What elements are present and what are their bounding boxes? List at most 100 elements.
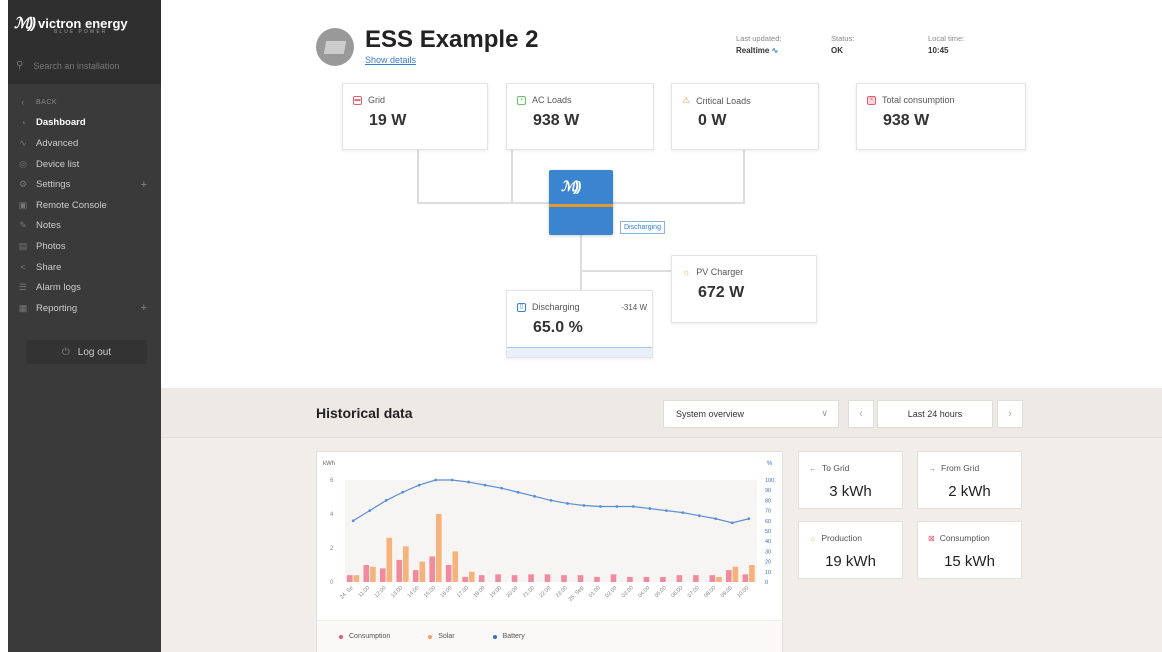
range-button[interactable]: Last 24 hours xyxy=(877,400,993,428)
victron-logo-icon: ℳ)) xyxy=(561,178,581,194)
grid-icon: ▬ xyxy=(353,95,362,105)
consumption-icon: × xyxy=(867,95,876,105)
ac-loads-value: 938 W xyxy=(533,112,580,129)
power-icon: ⏻ xyxy=(61,346,70,358)
battery-point xyxy=(500,486,503,490)
view-select[interactable]: System overview ∨ xyxy=(663,400,839,428)
last-updated-value: Realtime ∿ xyxy=(736,46,781,55)
prev-range-button[interactable]: ‹ xyxy=(848,400,874,428)
consumption-bar xyxy=(594,576,600,582)
ac-loads-card[interactable]: ▪ AC Loads 938 W xyxy=(506,83,654,150)
next-range-button[interactable]: › xyxy=(997,400,1023,428)
production-stat[interactable]: ☼ Production 19 kWh xyxy=(798,521,903,579)
consumption-bar xyxy=(610,574,617,582)
sidebar-item-advanced[interactable]: ∿ Advanced xyxy=(8,133,161,154)
battery-label: Discharging xyxy=(532,302,580,312)
sidebar-item-notes[interactable]: ✎ Notes xyxy=(8,216,161,237)
device-icon xyxy=(323,40,347,54)
sidebar-item-settings[interactable]: ⚙ Settings + xyxy=(8,174,161,195)
sidebar-item-label: Share xyxy=(36,261,62,273)
y-tick-label: 0 xyxy=(330,580,334,586)
critical-loads-card[interactable]: ⚠ Critical Loads 0 W xyxy=(671,83,819,150)
warning-icon: ⚠ xyxy=(682,95,691,105)
consumption-bar xyxy=(495,574,501,582)
legend-consumption[interactable]: Consumption xyxy=(339,633,390,640)
victron-logo[interactable]: ℳ)) victron energy BLUE POWER xyxy=(14,14,128,35)
sidebar-item-dashboard[interactable]: ◔ Dashboard xyxy=(8,113,161,134)
consumption-bar xyxy=(544,574,551,582)
note-icon: ✎ xyxy=(19,220,27,231)
pv-charger-value: 672 W xyxy=(698,284,745,301)
inverter[interactable]: ℳ)) xyxy=(549,170,613,235)
y2-tick-label: 30 xyxy=(765,549,771,555)
pv-charger-label: PV Charger xyxy=(696,267,744,277)
logout-button[interactable]: ⏻ Log out xyxy=(26,340,147,364)
consumption-bar xyxy=(676,575,683,582)
solar-bar xyxy=(435,514,442,582)
sidebar-item-photos[interactable]: ▤ Photos xyxy=(8,236,161,257)
total-consumption-card[interactable]: × Total consumption 938 W xyxy=(856,83,1026,150)
consumption-icon: ⊠ xyxy=(928,533,935,543)
installation-avatar xyxy=(316,28,354,66)
battery-card[interactable]: ▯ Discharging -314 W 65.0 % xyxy=(506,290,653,358)
battery-point xyxy=(582,504,586,507)
pv-charger-card[interactable]: ☼ PV Charger 672 W xyxy=(671,255,817,323)
historical-section: Historical data System overview ∨ ‹ Last… xyxy=(161,388,1162,652)
legend-solar[interactable]: Solar xyxy=(428,633,455,640)
sidebar-item-alarm-logs[interactable]: ☰ Alarm logs xyxy=(8,277,161,298)
battery-point xyxy=(681,511,685,515)
sidebar: ℳ)) victron energy BLUE POWER ⚲ Search a… xyxy=(8,0,161,652)
from-grid-stat[interactable]: → From Grid 2 kWh xyxy=(917,451,1022,509)
to-grid-value: 3 kWh xyxy=(829,483,872,500)
wire-pv xyxy=(582,270,672,272)
x-tick-label: 22:00 xyxy=(538,585,552,599)
solar-bar xyxy=(386,537,393,582)
grid-card[interactable]: ▬ Grid 19 W xyxy=(342,83,488,150)
sidebar-item-share[interactable]: < Share xyxy=(8,257,161,278)
consumption-bar xyxy=(660,576,666,582)
legend-battery[interactable]: Battery xyxy=(492,633,525,640)
wire-acloads xyxy=(511,150,513,204)
back-label: BACK xyxy=(36,98,58,106)
y2-tick-label: 60 xyxy=(765,519,771,525)
wire-critical xyxy=(743,150,745,204)
search-icon: ⚲ xyxy=(16,60,24,71)
expand-plus-icon: + xyxy=(140,302,147,315)
battery-point xyxy=(434,478,438,482)
gauge-icon: ◔ xyxy=(20,117,26,128)
battery-point xyxy=(401,490,405,494)
consumption-bar xyxy=(693,575,699,582)
production-value: 19 kWh xyxy=(825,553,876,570)
sidebar-header: ℳ)) victron energy BLUE POWER ⚲ Search a… xyxy=(8,0,161,84)
battery-point xyxy=(697,514,701,518)
history-chart[interactable]: kWh %0246010203040506070809010024. Se 11:0… xyxy=(317,452,782,620)
ac-loads-icon: ▪ xyxy=(517,95,526,105)
expand-plus-icon: + xyxy=(140,178,147,191)
sidebar-item-label: Remote Console xyxy=(36,199,107,211)
location-icon: ◎ xyxy=(19,158,27,169)
consumption-bar xyxy=(478,575,485,582)
consumption-stat[interactable]: ⊠ Consumption 15 kWh xyxy=(917,521,1022,579)
y2-tick-label: 20 xyxy=(765,560,771,566)
to-grid-stat[interactable]: ← To Grid 3 kWh xyxy=(798,451,903,509)
x-tick-label: 20:00 xyxy=(505,585,519,599)
back-link[interactable]: ‹ BACK xyxy=(8,92,161,113)
console-icon: ▣ xyxy=(18,199,28,210)
chart-legend: Consumption Solar Battery xyxy=(317,620,782,652)
sidebar-item-remote-console[interactable]: ▣ Remote Console xyxy=(8,195,161,216)
battery-point xyxy=(549,499,553,502)
battery-sparkline xyxy=(507,347,652,357)
x-tick-label: 23:00 xyxy=(555,585,569,599)
search-input[interactable]: Search an installation xyxy=(33,61,119,71)
y2-tick-label: 100 xyxy=(765,478,774,484)
show-details-link[interactable]: Show details xyxy=(365,55,416,65)
view-select-value: System overview xyxy=(676,409,745,419)
consumption-bar xyxy=(511,575,518,582)
sun-icon: ☼ xyxy=(809,533,817,543)
sidebar-item-reporting[interactable]: ▦ Reporting + xyxy=(8,298,161,319)
consumption-label: Consumption xyxy=(939,533,990,543)
sidebar-item-label: Notes xyxy=(36,220,61,232)
historical-title: Historical data xyxy=(316,405,413,421)
installation-search[interactable]: ⚲ Search an installation xyxy=(16,60,119,71)
sidebar-item-device-list[interactable]: ◎ Device list xyxy=(8,154,161,175)
